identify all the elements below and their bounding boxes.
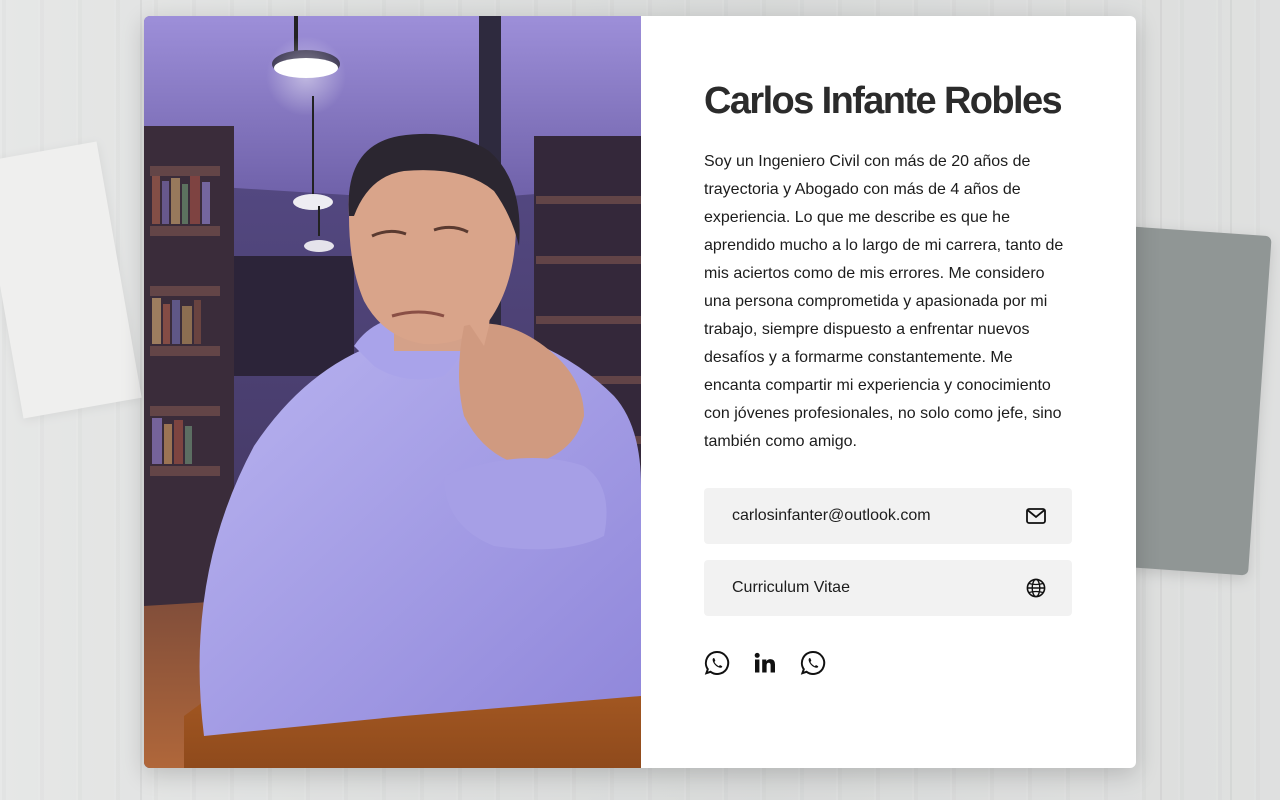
- profile-photo-illustration: [144, 16, 641, 768]
- cv-link-label: Curriculum Vitae: [732, 579, 850, 596]
- profile-bio: Soy un Ingeniero Civil con más de 20 año…: [704, 153, 1064, 450]
- cv-link[interactable]: Curriculum Vitae: [704, 560, 1072, 616]
- profile-card: Carlos Infante Robles Soy un Ingeniero C…: [144, 16, 1136, 768]
- email-link-label: carlosinfanter@outlook.com: [732, 507, 931, 524]
- globe-icon: [1026, 578, 1046, 598]
- whatsapp-icon[interactable]: [800, 650, 826, 676]
- social-links: [704, 650, 1072, 676]
- linkedin-icon[interactable]: [752, 650, 778, 676]
- profile-content: Carlos Infante Robles Soy un Ingeniero C…: [641, 16, 1136, 768]
- mail-icon: [1026, 508, 1046, 524]
- profile-name: Carlos Infante Robles: [704, 80, 1063, 122]
- profile-photo: [144, 16, 641, 768]
- email-link[interactable]: carlosinfanter@outlook.com: [704, 488, 1072, 544]
- whatsapp-icon[interactable]: [704, 650, 730, 676]
